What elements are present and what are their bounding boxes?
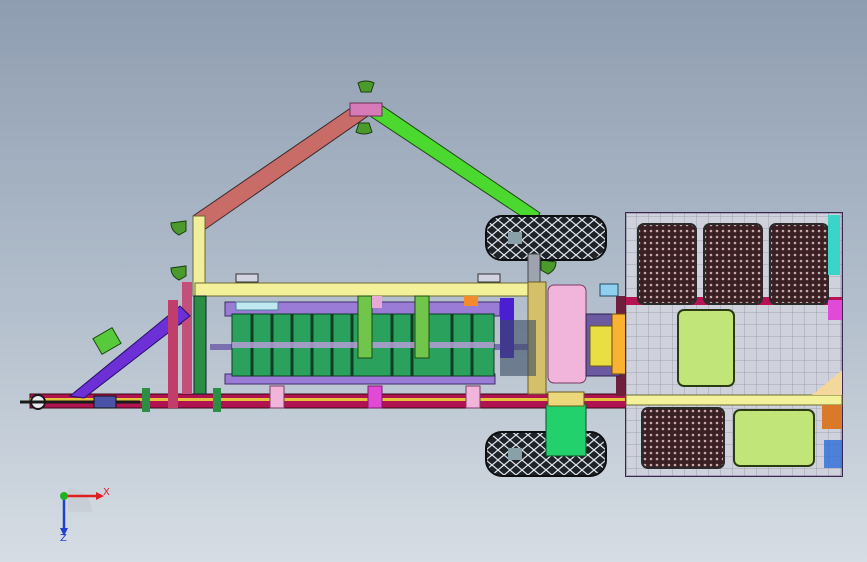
boom-left-arm[interactable]	[192, 102, 369, 231]
mesh-panel[interactable]	[637, 223, 697, 305]
axis-triad	[60, 488, 104, 536]
upper-wheel[interactable]	[485, 215, 607, 261]
y-axis-dot	[60, 492, 68, 500]
mesh-panel[interactable]	[769, 223, 829, 305]
mesh-panel[interactable]	[641, 407, 725, 469]
mesh-panel[interactable]	[703, 223, 763, 305]
z-axis-label: Z	[60, 533, 67, 544]
model-scene	[20, 80, 843, 536]
top-rail[interactable]	[194, 282, 541, 297]
x-axis-label: X	[103, 487, 110, 498]
boom-apex-block[interactable]	[349, 102, 383, 117]
discharge-chute[interactable]	[545, 403, 587, 457]
boom-right-arm[interactable]	[369, 102, 541, 225]
operator-cab[interactable]	[625, 212, 843, 477]
control-panel[interactable]	[733, 409, 815, 467]
pulley-wheel[interactable]	[547, 284, 587, 384]
cad-viewport[interactable]: X Z	[0, 0, 867, 562]
control-panel[interactable]	[677, 309, 735, 387]
